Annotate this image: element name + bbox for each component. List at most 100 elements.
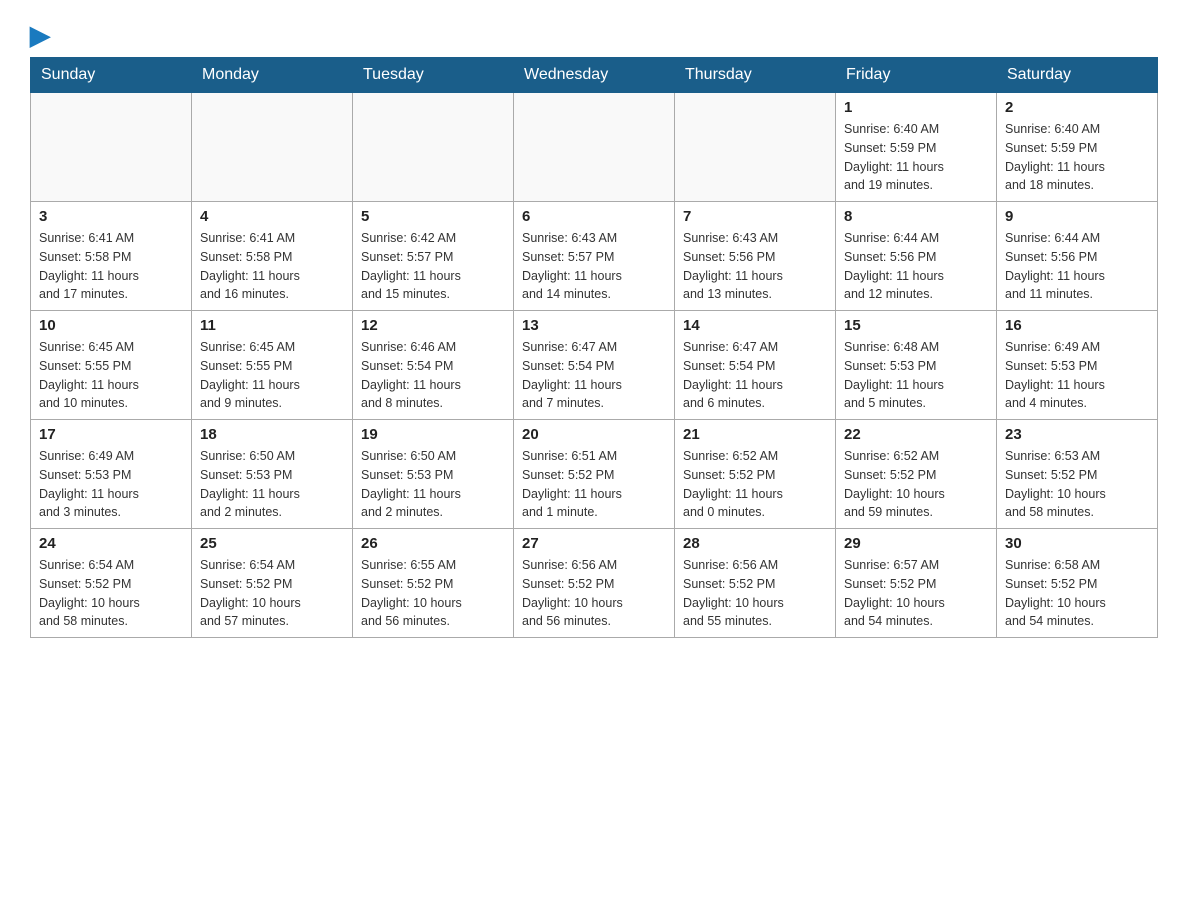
day-info: Sunrise: 6:46 AM Sunset: 5:54 PM Dayligh… [361, 338, 505, 413]
calendar-cell: 6 Sunrise: 6:43 AM Sunset: 5:57 PM Daylig… [514, 202, 675, 311]
day-number: 19 [361, 426, 505, 443]
day-info: Sunrise: 6:40 AM Sunset: 5:59 PM Dayligh… [844, 120, 988, 195]
day-info: Sunrise: 6:48 AM Sunset: 5:53 PM Dayligh… [844, 338, 988, 413]
calendar-cell: 15Sunrise: 6:48 AM Sunset: 5:53 PM Dayli… [836, 311, 997, 420]
day-info: Sunrise: 6:50 AM Sunset: 5:53 PM Dayligh… [361, 447, 505, 522]
day-header-friday: Friday [836, 58, 997, 93]
calendar-week-row: 3 Sunrise: 6:41 AM Sunset: 5:58 PM Daylig… [31, 202, 1158, 311]
day-info: Sunrise: 6:56 AM Sunset: 5:52 PM Dayligh… [522, 556, 666, 631]
day-info: Sunrise: 6:49 AM Sunset: 5:53 PM Dayligh… [39, 447, 183, 522]
day-info: Sunrise: 6:42 AM Sunset: 5:57 PM Dayligh… [361, 229, 505, 304]
day-number: 5 [361, 208, 505, 225]
calendar-cell: 30 Sunrise: 6:58 AM Sunset: 5:52 PM Dayli… [997, 529, 1158, 638]
day-number: 29 [844, 535, 988, 552]
day-header-thursday: Thursday [675, 58, 836, 93]
day-number: 13 [522, 317, 666, 334]
day-number: 1 [844, 99, 988, 116]
day-number: 22 [844, 426, 988, 443]
calendar-cell: 13 Sunrise: 6:47 AM Sunset: 5:54 PM Dayli… [514, 311, 675, 420]
day-number: 9 [1005, 208, 1149, 225]
calendar-cell: 5 Sunrise: 6:42 AM Sunset: 5:57 PM Daylig… [353, 202, 514, 311]
day-info: Sunrise: 6:53 AM Sunset: 5:52 PM Dayligh… [1005, 447, 1149, 522]
calendar-cell: 3 Sunrise: 6:41 AM Sunset: 5:58 PM Daylig… [31, 202, 192, 311]
day-info: Sunrise: 6:54 AM Sunset: 5:52 PM Dayligh… [200, 556, 344, 631]
day-number: 10 [39, 317, 183, 334]
day-number: 18 [200, 426, 344, 443]
calendar-cell: 25Sunrise: 6:54 AM Sunset: 5:52 PM Dayli… [192, 529, 353, 638]
day-info: Sunrise: 6:41 AM Sunset: 5:58 PM Dayligh… [39, 229, 183, 304]
day-info: Sunrise: 6:43 AM Sunset: 5:57 PM Dayligh… [522, 229, 666, 304]
day-number: 14 [683, 317, 827, 334]
calendar-week-row: 10 Sunrise: 6:45 AM Sunset: 5:55 PM Dayli… [31, 311, 1158, 420]
day-number: 2 [1005, 99, 1149, 116]
day-info: Sunrise: 6:44 AM Sunset: 5:56 PM Dayligh… [1005, 229, 1149, 304]
calendar-cell [31, 93, 192, 202]
calendar-cell: 4Sunrise: 6:41 AM Sunset: 5:58 PM Daylig… [192, 202, 353, 311]
calendar-cell: 9 Sunrise: 6:44 AM Sunset: 5:56 PM Daylig… [997, 202, 1158, 311]
day-header-saturday: Saturday [997, 58, 1158, 93]
calendar-cell: 23 Sunrise: 6:53 AM Sunset: 5:52 PM Dayli… [997, 420, 1158, 529]
calendar-cell: 21 Sunrise: 6:52 AM Sunset: 5:52 PM Dayli… [675, 420, 836, 529]
calendar-cell [192, 93, 353, 202]
day-number: 28 [683, 535, 827, 552]
calendar-cell [353, 93, 514, 202]
day-info: Sunrise: 6:57 AM Sunset: 5:52 PM Dayligh… [844, 556, 988, 631]
logo: ▶ [30, 20, 50, 47]
day-info: Sunrise: 6:55 AM Sunset: 5:52 PM Dayligh… [361, 556, 505, 631]
calendar-cell: 2 Sunrise: 6:40 AM Sunset: 5:59 PM Daylig… [997, 93, 1158, 202]
calendar-cell: 17 Sunrise: 6:49 AM Sunset: 5:53 PM Dayli… [31, 420, 192, 529]
calendar-cell: 12Sunrise: 6:46 AM Sunset: 5:54 PM Dayli… [353, 311, 514, 420]
calendar-cell: 27Sunrise: 6:56 AM Sunset: 5:52 PM Dayli… [514, 529, 675, 638]
calendar-cell: 11 Sunrise: 6:45 AM Sunset: 5:55 PM Dayli… [192, 311, 353, 420]
calendar-week-row: 17 Sunrise: 6:49 AM Sunset: 5:53 PM Dayli… [31, 420, 1158, 529]
calendar-cell: 29 Sunrise: 6:57 AM Sunset: 5:52 PM Dayli… [836, 529, 997, 638]
day-number: 24 [39, 535, 183, 552]
day-header-monday: Monday [192, 58, 353, 93]
day-number: 11 [200, 317, 344, 334]
day-header-sunday: Sunday [31, 58, 192, 93]
day-number: 20 [522, 426, 666, 443]
calendar-week-row: 24 Sunrise: 6:54 AM Sunset: 5:52 PM Dayli… [31, 529, 1158, 638]
day-number: 17 [39, 426, 183, 443]
calendar-cell: 20Sunrise: 6:51 AM Sunset: 5:52 PM Dayli… [514, 420, 675, 529]
day-info: Sunrise: 6:54 AM Sunset: 5:52 PM Dayligh… [39, 556, 183, 631]
calendar-cell: 24 Sunrise: 6:54 AM Sunset: 5:52 PM Dayli… [31, 529, 192, 638]
calendar-cell: 1 Sunrise: 6:40 AM Sunset: 5:59 PM Daylig… [836, 93, 997, 202]
calendar-table: SundayMondayTuesdayWednesdayThursdayFrid… [30, 57, 1158, 638]
calendar-header-row: SundayMondayTuesdayWednesdayThursdayFrid… [31, 58, 1158, 93]
day-header-wednesday: Wednesday [514, 58, 675, 93]
day-info: Sunrise: 6:56 AM Sunset: 5:52 PM Dayligh… [683, 556, 827, 631]
calendar-cell: 10 Sunrise: 6:45 AM Sunset: 5:55 PM Dayli… [31, 311, 192, 420]
calendar-cell: 28 Sunrise: 6:56 AM Sunset: 5:52 PM Dayli… [675, 529, 836, 638]
day-number: 23 [1005, 426, 1149, 443]
day-number: 30 [1005, 535, 1149, 552]
day-info: Sunrise: 6:58 AM Sunset: 5:52 PM Dayligh… [1005, 556, 1149, 631]
day-number: 21 [683, 426, 827, 443]
day-number: 8 [844, 208, 988, 225]
day-number: 7 [683, 208, 827, 225]
day-info: Sunrise: 6:52 AM Sunset: 5:52 PM Dayligh… [683, 447, 827, 522]
day-number: 16 [1005, 317, 1149, 334]
calendar-cell [675, 93, 836, 202]
calendar-week-row: 1 Sunrise: 6:40 AM Sunset: 5:59 PM Daylig… [31, 93, 1158, 202]
day-info: Sunrise: 6:45 AM Sunset: 5:55 PM Dayligh… [39, 338, 183, 413]
day-info: Sunrise: 6:40 AM Sunset: 5:59 PM Dayligh… [1005, 120, 1149, 195]
day-info: Sunrise: 6:47 AM Sunset: 5:54 PM Dayligh… [683, 338, 827, 413]
calendar-cell: 14 Sunrise: 6:47 AM Sunset: 5:54 PM Dayli… [675, 311, 836, 420]
day-info: Sunrise: 6:47 AM Sunset: 5:54 PM Dayligh… [522, 338, 666, 413]
day-info: Sunrise: 6:45 AM Sunset: 5:55 PM Dayligh… [200, 338, 344, 413]
day-info: Sunrise: 6:50 AM Sunset: 5:53 PM Dayligh… [200, 447, 344, 522]
calendar-cell: 18 Sunrise: 6:50 AM Sunset: 5:53 PM Dayli… [192, 420, 353, 529]
day-number: 4 [200, 208, 344, 225]
day-info: Sunrise: 6:44 AM Sunset: 5:56 PM Dayligh… [844, 229, 988, 304]
day-header-tuesday: Tuesday [353, 58, 514, 93]
header: ▶ [30, 20, 1158, 47]
calendar-cell: 8 Sunrise: 6:44 AM Sunset: 5:56 PM Daylig… [836, 202, 997, 311]
day-number: 6 [522, 208, 666, 225]
calendar-cell: 26Sunrise: 6:55 AM Sunset: 5:52 PM Dayli… [353, 529, 514, 638]
logo-blue-text: ▶ [30, 20, 50, 51]
calendar-cell: 19 Sunrise: 6:50 AM Sunset: 5:53 PM Dayli… [353, 420, 514, 529]
day-info: Sunrise: 6:49 AM Sunset: 5:53 PM Dayligh… [1005, 338, 1149, 413]
calendar-cell: 22Sunrise: 6:52 AM Sunset: 5:52 PM Dayli… [836, 420, 997, 529]
day-number: 3 [39, 208, 183, 225]
